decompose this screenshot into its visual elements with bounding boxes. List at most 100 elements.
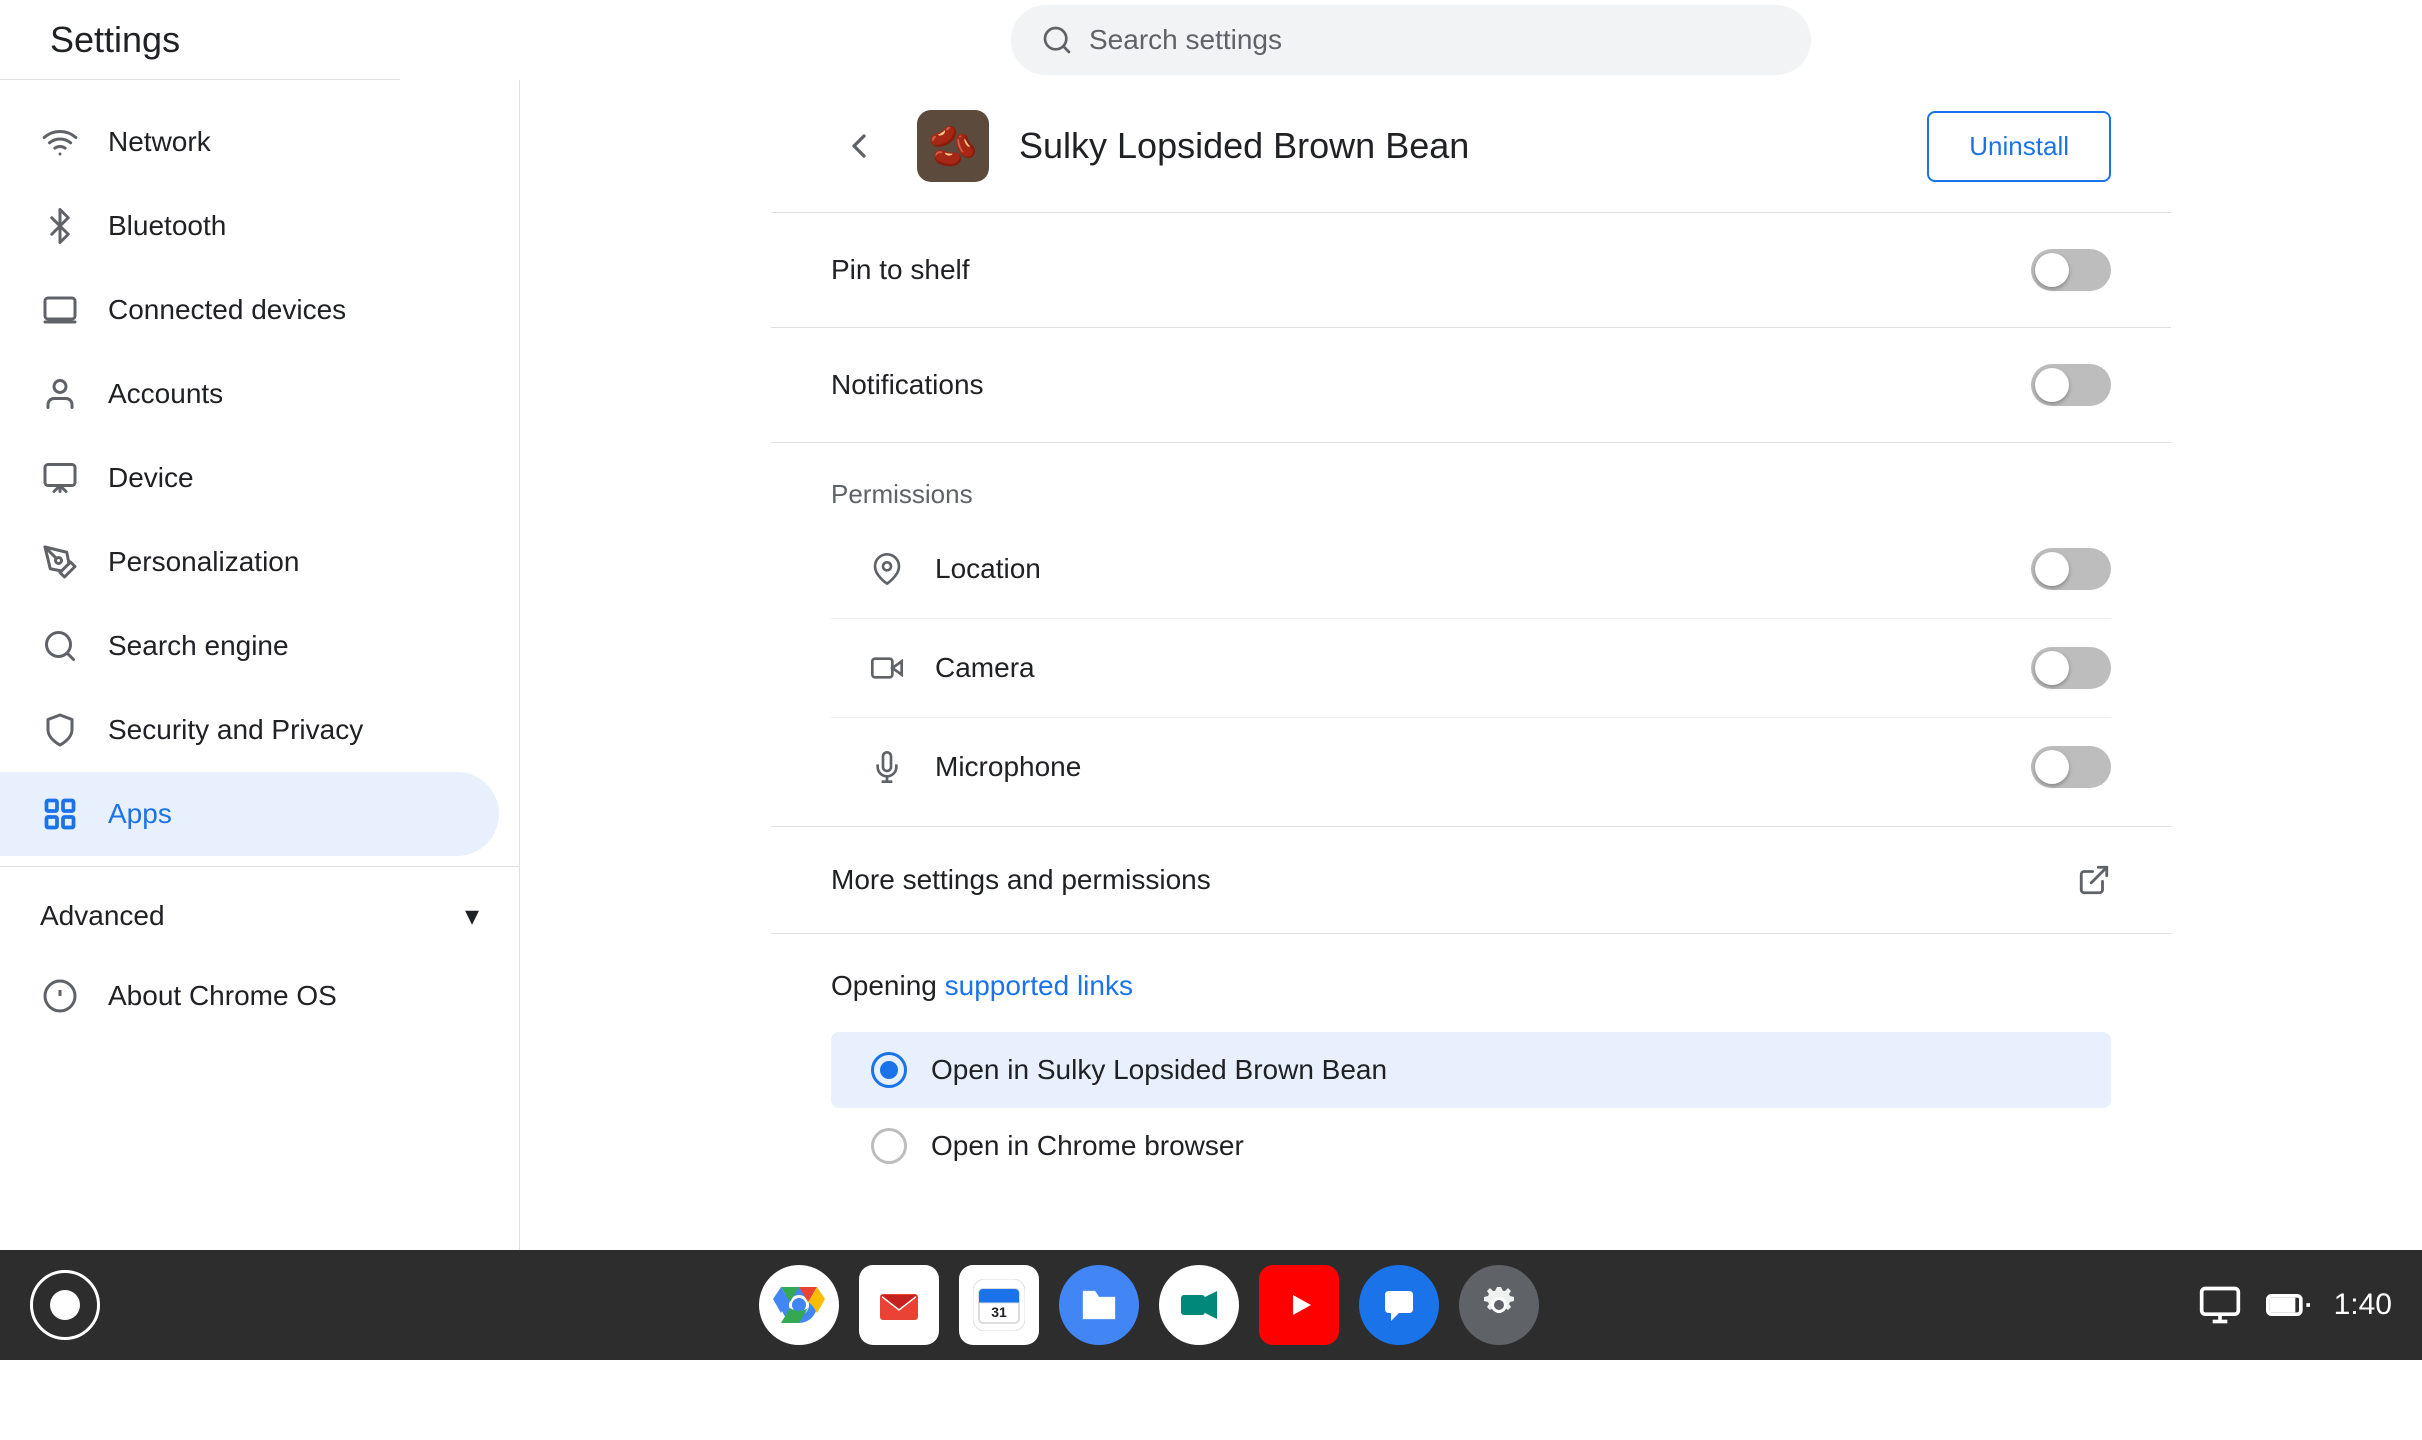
location-label: Location [935,553,1041,585]
sidebar-bluetooth-label: Bluetooth [108,210,226,242]
about-icon [40,976,80,1016]
location-permission-row: Location [831,520,2111,619]
pin-to-shelf-label: Pin to shelf [831,254,970,286]
laptop-icon [40,290,80,330]
microphone-permission-row: Microphone [831,718,2111,816]
sidebar-search-engine-label: Search engine [108,630,289,662]
chevron-down-icon: ▾ [465,899,479,932]
microphone-permission-left: Microphone [871,751,1081,783]
sidebar-security-label: Security and Privacy [108,714,363,746]
screen-icon[interactable] [2198,1283,2242,1327]
pin-to-shelf-toggle[interactable] [2031,249,2111,291]
launcher-circle-icon [50,1290,80,1320]
app-name: Sulky Lopsided Brown Bean [1019,125,1897,167]
taskbar-files[interactable] [1059,1265,1139,1345]
permissions-title: Permissions [831,479,2111,510]
svg-text:31: 31 [991,1304,1007,1320]
search-bar [1011,5,1811,75]
taskbar-gmail[interactable] [859,1265,939,1345]
radio-label-chrome: Open in Chrome browser [931,1130,1244,1162]
taskbar-right: 1:40 [2198,1283,2392,1327]
search-icon [1041,24,1073,56]
location-toggle[interactable] [2031,548,2111,590]
sidebar-item-search-engine[interactable]: Search engine [0,604,499,688]
sidebar-accounts-label: Accounts [108,378,223,410]
sidebar-apps-label: Apps [108,798,172,830]
sidebar-network-label: Network [108,126,211,158]
sidebar-about-label: About Chrome OS [108,980,337,1012]
uninstall-button[interactable]: Uninstall [1927,111,2111,182]
main-content: 🫘 Sulky Lopsided Brown Bean Uninstall Pi… [520,80,2422,1250]
sidebar-item-network[interactable]: Network [0,100,499,184]
back-button[interactable] [831,118,887,174]
notifications-label: Notifications [831,369,984,401]
radio-option-app[interactable]: Open in Sulky Lopsided Brown Bean [831,1032,2111,1108]
sidebar-item-apps[interactable]: Apps [0,772,499,856]
taskbar: 31 [0,1250,2422,1360]
opening-text: Opening [831,970,945,1001]
advanced-label: Advanced [40,900,165,932]
location-icon [871,553,911,585]
camera-permission-left: Camera [871,652,1035,684]
supported-links-header: Opening supported links [831,970,2111,1002]
person-icon [40,374,80,414]
pin-to-shelf-row: Pin to shelf [771,213,2171,328]
taskbar-youtube[interactable] [1259,1265,1339,1345]
app-icon: 🫘 [917,110,989,182]
page-title: Settings [50,19,180,61]
microphone-icon [871,751,911,783]
supported-links-section: Opening supported links Open in Sulky Lo… [771,934,2171,1220]
taskbar-messages[interactable] [1359,1265,1439,1345]
search-input[interactable] [1089,24,1781,56]
shield-icon [40,710,80,750]
taskbar-settings-app[interactable] [1459,1265,1539,1345]
sidebar-device-label: Device [108,462,194,494]
sidebar-item-bluetooth[interactable]: Bluetooth [0,184,499,268]
time-display: 1:40 [2334,1288,2392,1322]
taskbar-chrome[interactable] [759,1265,839,1345]
microphone-toggle[interactable] [2031,746,2111,788]
sidebar-item-device[interactable]: Device [0,436,499,520]
apps-icon [40,794,80,834]
brush-icon [40,542,80,582]
app-header: 🫘 Sulky Lopsided Brown Bean Uninstall [771,80,2171,213]
radio-circle-chrome [871,1128,907,1164]
sidebar-item-about[interactable]: About Chrome OS [0,954,499,1038]
camera-icon [871,652,911,684]
sidebar-item-personalization[interactable]: Personalization [0,520,499,604]
camera-permission-row: Camera [831,619,2111,718]
camera-toggle[interactable] [2031,647,2111,689]
notifications-row: Notifications [771,328,2171,443]
device-icon [40,458,80,498]
sidebar-divider [0,866,519,867]
sidebar-item-security[interactable]: Security and Privacy [0,688,499,772]
sidebar-item-connected-devices[interactable]: Connected devices [0,268,499,352]
search-bar-container [400,0,2422,80]
radio-option-chrome[interactable]: Open in Chrome browser [831,1108,2111,1184]
notifications-toggle[interactable] [2031,364,2111,406]
wifi-icon [40,122,80,162]
more-settings-row[interactable]: More settings and permissions [771,827,2171,934]
settings-header: Settings [0,0,400,80]
microphone-label: Microphone [935,751,1081,783]
sidebar: Network Bluetooth Connected devices [0,80,520,1250]
taskbar-meet[interactable] [1159,1265,1239,1345]
search-engine-icon [40,626,80,666]
battery-icon [2266,1283,2310,1327]
app-detail-panel: 🫘 Sulky Lopsided Brown Bean Uninstall Pi… [771,80,2171,1220]
taskbar-calendar[interactable]: 31 [959,1265,1039,1345]
launcher-button[interactable] [30,1270,100,1340]
location-permission-left: Location [871,553,1041,585]
radio-label-app: Open in Sulky Lopsided Brown Bean [931,1054,1387,1086]
external-link-icon [2077,863,2111,897]
sidebar-item-accounts[interactable]: Accounts [0,352,499,436]
permissions-section: Permissions Location [771,443,2171,827]
sidebar-advanced[interactable]: Advanced ▾ [0,877,519,954]
more-settings-label: More settings and permissions [831,864,1211,896]
sidebar-personalization-label: Personalization [108,546,299,578]
radio-inner-app [880,1061,898,1079]
supported-links-link[interactable]: supported links [945,970,1133,1001]
sidebar-connected-devices-label: Connected devices [108,294,346,326]
taskbar-left [30,1270,100,1340]
radio-circle-app [871,1052,907,1088]
